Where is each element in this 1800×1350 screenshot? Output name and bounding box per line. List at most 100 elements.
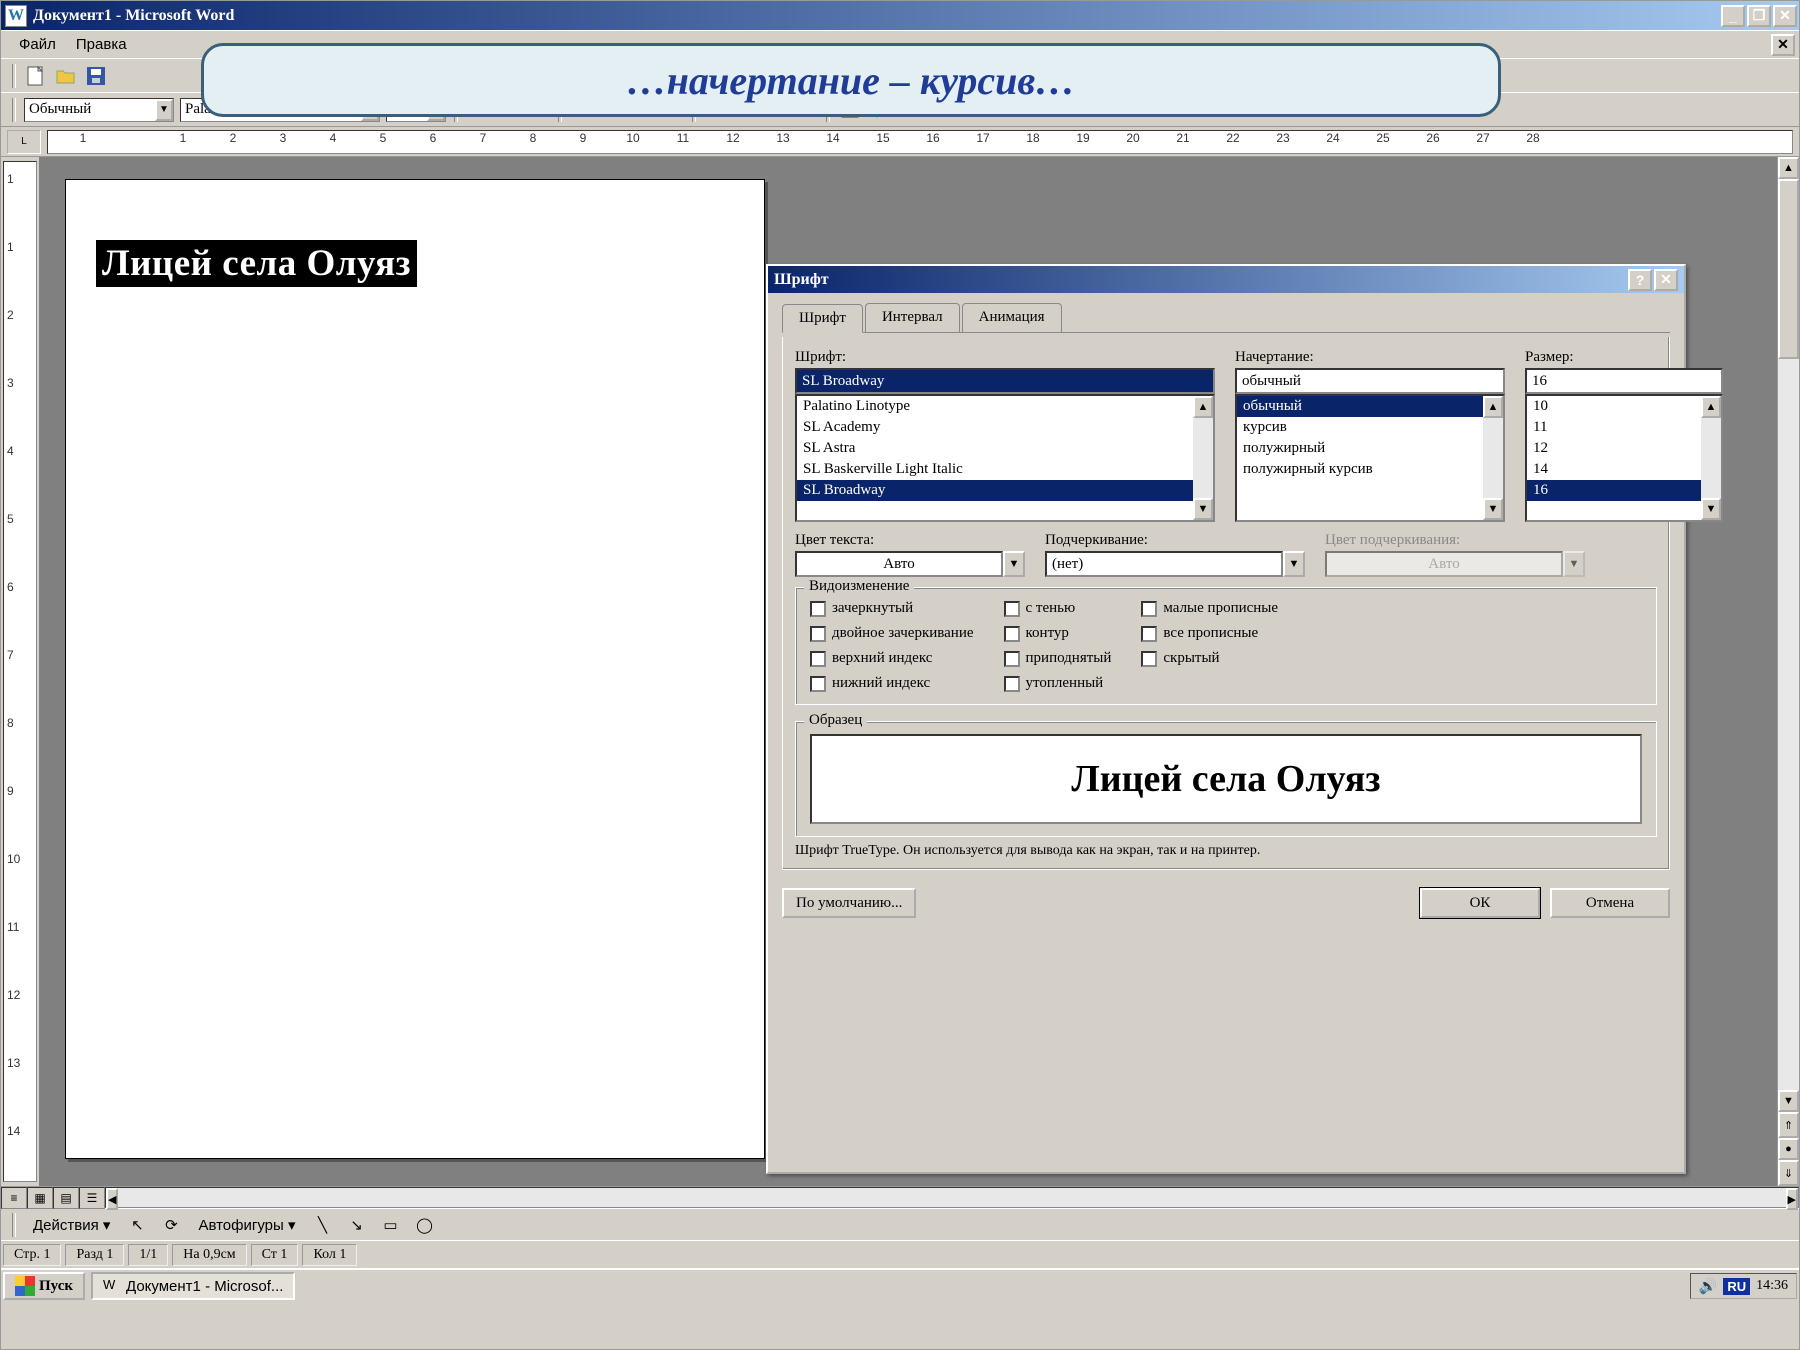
list-item[interactable]: SL Baskerville Light Italic [797, 459, 1193, 480]
effect-checkbox[interactable]: скрытый [1141, 650, 1278, 667]
list-item[interactable]: 11 [1527, 417, 1701, 438]
font-list[interactable]: Palatino LinotypeSL AcademySL AstraSL Ba… [795, 394, 1215, 522]
tab-font[interactable]: Шрифт [782, 304, 863, 333]
dialog-help-button[interactable]: ? [1628, 269, 1652, 291]
text-color-combo[interactable]: Авто ▼ [795, 551, 1025, 577]
language-indicator[interactable]: RU [1723, 1278, 1750, 1295]
effect-checkbox[interactable]: утопленный [1004, 675, 1112, 692]
outline-view-button[interactable]: ☰ [79, 1187, 105, 1209]
page[interactable]: Лицей села Олуяз [65, 179, 765, 1159]
ruler-corner[interactable]: L [7, 130, 41, 154]
browse-object-icon[interactable]: ● [1778, 1138, 1799, 1160]
list-item[interactable]: 10 [1527, 396, 1701, 417]
effect-checkbox[interactable]: все прописные [1141, 625, 1278, 642]
draw-actions-menu[interactable]: Действия ▾ [25, 1214, 118, 1236]
scroll-thumb[interactable] [1778, 179, 1799, 359]
print-view-button[interactable]: ▤ [53, 1187, 79, 1209]
taskbar-app-button[interactable]: WДокумент1 - Microsof... [91, 1272, 295, 1300]
normal-view-button[interactable]: ≡ [1, 1187, 27, 1209]
chevron-down-icon[interactable]: ▼ [1283, 551, 1305, 577]
rectangle-tool-button[interactable]: ▭ [376, 1212, 404, 1238]
effect-checkbox[interactable]: зачеркнутый [810, 600, 974, 617]
chevron-down-icon[interactable]: ▼ [155, 99, 173, 121]
dialog-close-button[interactable]: ✕ [1654, 269, 1678, 291]
checkbox-icon [1141, 601, 1157, 617]
menu-file[interactable]: Файл [9, 33, 66, 56]
oval-tool-button[interactable]: ◯ [410, 1212, 438, 1238]
rotate-button[interactable]: ⟳ [157, 1212, 185, 1238]
list-item[interactable]: SL Academy [797, 417, 1193, 438]
effect-checkbox[interactable]: двойное зачеркивание [810, 625, 974, 642]
style-combo[interactable]: ▼ [24, 98, 174, 122]
list-item[interactable]: 12 [1527, 438, 1701, 459]
scroll-down-icon[interactable]: ▼ [1483, 498, 1503, 520]
list-item[interactable]: полужирный курсив [1237, 459, 1483, 480]
default-button[interactable]: По умолчанию... [782, 888, 916, 918]
checkbox-icon [1004, 601, 1020, 617]
horizontal-scrollbar[interactable]: ◀ ▶ [105, 1187, 1799, 1208]
ruler-tick: 1 [7, 172, 14, 186]
tab-spacing[interactable]: Интервал [865, 303, 960, 332]
list-item[interactable]: Palatino Linotype [797, 396, 1193, 417]
minimize-button[interactable]: _ [1721, 5, 1745, 27]
scroll-track[interactable] [118, 1188, 1785, 1207]
style-input[interactable] [25, 100, 155, 120]
horizontal-ruler[interactable]: 1123456789101112131415161718192021222324… [47, 130, 1793, 154]
effect-checkbox[interactable]: приподнятый [1004, 650, 1112, 667]
font-size-input[interactable] [1525, 368, 1723, 394]
effect-checkbox[interactable]: верхний индекс [810, 650, 974, 667]
list-item[interactable]: SL Astra [797, 438, 1193, 459]
doc-close-button[interactable]: ✕ [1771, 34, 1795, 56]
scroll-down-icon[interactable]: ▼ [1778, 1090, 1799, 1112]
cancel-button[interactable]: Отмена [1550, 888, 1670, 918]
effect-checkbox[interactable]: малые прописные [1141, 600, 1278, 617]
list-item[interactable]: курсив [1237, 417, 1483, 438]
effect-checkbox[interactable]: с тенью [1004, 600, 1112, 617]
list-item[interactable]: 14 [1527, 459, 1701, 480]
selected-text[interactable]: Лицей села Олуяз [96, 240, 417, 287]
list-item[interactable]: 16 [1527, 480, 1701, 501]
scroll-up-icon[interactable]: ▲ [1483, 396, 1503, 418]
start-button[interactable]: Пуск [3, 1272, 85, 1300]
menu-edit[interactable]: Правка [66, 33, 137, 56]
scroll-up-icon[interactable]: ▲ [1701, 396, 1721, 418]
grip-icon [12, 1213, 16, 1237]
effect-checkbox[interactable]: контур [1004, 625, 1112, 642]
list-item[interactable]: обычный [1237, 396, 1483, 417]
scroll-up-icon[interactable]: ▲ [1778, 157, 1799, 179]
effect-checkbox[interactable]: нижний индекс [810, 675, 974, 692]
save-button[interactable] [82, 63, 110, 89]
close-button[interactable]: ✕ [1773, 5, 1797, 27]
scroll-left-icon[interactable]: ◀ [106, 1188, 118, 1210]
scroll-up-icon[interactable]: ▲ [1193, 396, 1213, 418]
browse-next-icon[interactable]: ⇓ [1778, 1160, 1799, 1186]
size-list[interactable]: 1011121416 ▲ ▼ [1525, 394, 1723, 522]
ruler-tick: 8 [508, 131, 558, 145]
maximize-button[interactable]: ❐ [1747, 5, 1771, 27]
new-doc-button[interactable] [22, 63, 50, 89]
underline-combo[interactable]: (нет) ▼ [1045, 551, 1305, 577]
scroll-right-icon[interactable]: ▶ [1786, 1188, 1798, 1210]
line-tool-button[interactable]: ╲ [308, 1212, 336, 1238]
browse-prev-icon[interactable]: ⇑ [1778, 1112, 1799, 1138]
volume-icon[interactable]: 🔊 [1699, 1277, 1718, 1295]
scroll-down-icon[interactable]: ▼ [1193, 498, 1213, 520]
scroll-track[interactable] [1778, 179, 1799, 1090]
chevron-down-icon[interactable]: ▼ [1003, 551, 1025, 577]
vertical-ruler[interactable]: 11234567891011121314 [3, 161, 37, 1182]
vertical-scrollbar[interactable]: ▲ ▼ ⇑ ● ⇓ [1777, 157, 1799, 1186]
list-item[interactable]: SL Broadway [797, 480, 1193, 501]
list-item[interactable]: полужирный [1237, 438, 1483, 459]
font-style-input[interactable] [1235, 368, 1505, 394]
arrow-tool-button[interactable]: ↘ [342, 1212, 370, 1238]
scroll-down-icon[interactable]: ▼ [1701, 498, 1721, 520]
select-objects-button[interactable]: ↖ [123, 1212, 151, 1238]
autoshapes-menu[interactable]: Автофигуры ▾ [190, 1214, 303, 1236]
open-button[interactable] [52, 63, 80, 89]
web-view-button[interactable]: ▦ [27, 1187, 53, 1209]
style-list[interactable]: обычныйкурсивполужирныйполужирный курсив… [1235, 394, 1505, 522]
ok-button[interactable]: ОК [1420, 888, 1540, 918]
ruler-tick: 13 [758, 131, 808, 145]
tab-animation[interactable]: Анимация [962, 303, 1062, 332]
font-name-input[interactable] [795, 368, 1215, 394]
